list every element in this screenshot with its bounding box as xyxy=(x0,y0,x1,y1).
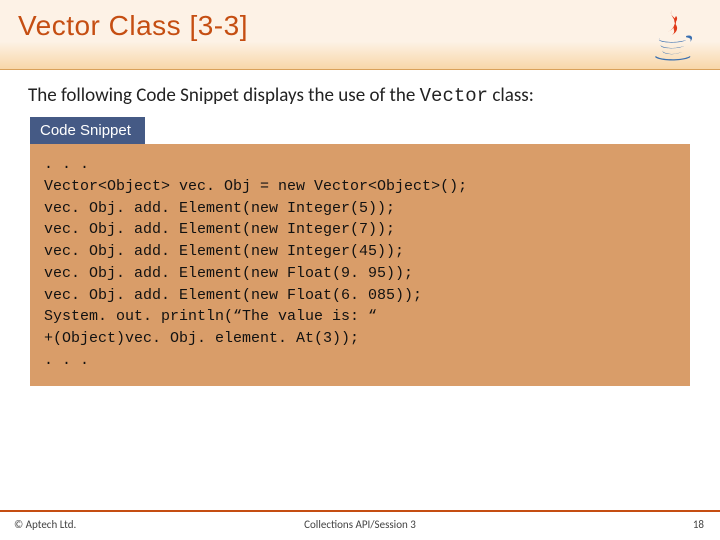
intro-text: The following Code Snippet displays the … xyxy=(0,70,720,117)
intro-suffix: class: xyxy=(488,84,534,107)
slide-header: Vector Class [3-3] xyxy=(0,0,720,70)
intro-classname: Vector xyxy=(420,85,488,107)
code-snippet-container: Code Snippet . . . Vector<Object> vec. O… xyxy=(30,117,690,386)
slide-footer: © Aptech Ltd. Collections API/Session 3 … xyxy=(0,510,720,540)
page-title: Vector Class [3-3] xyxy=(18,10,720,42)
footer-page-number: 18 xyxy=(693,518,704,531)
intro-prefix: The following Code Snippet displays the … xyxy=(28,84,420,107)
java-logo-icon xyxy=(642,4,702,64)
footer-session: Collections API/Session 3 xyxy=(0,518,720,531)
snippet-tab-label: Code Snippet xyxy=(30,117,145,144)
code-block: . . . Vector<Object> vec. Obj = new Vect… xyxy=(30,144,690,386)
